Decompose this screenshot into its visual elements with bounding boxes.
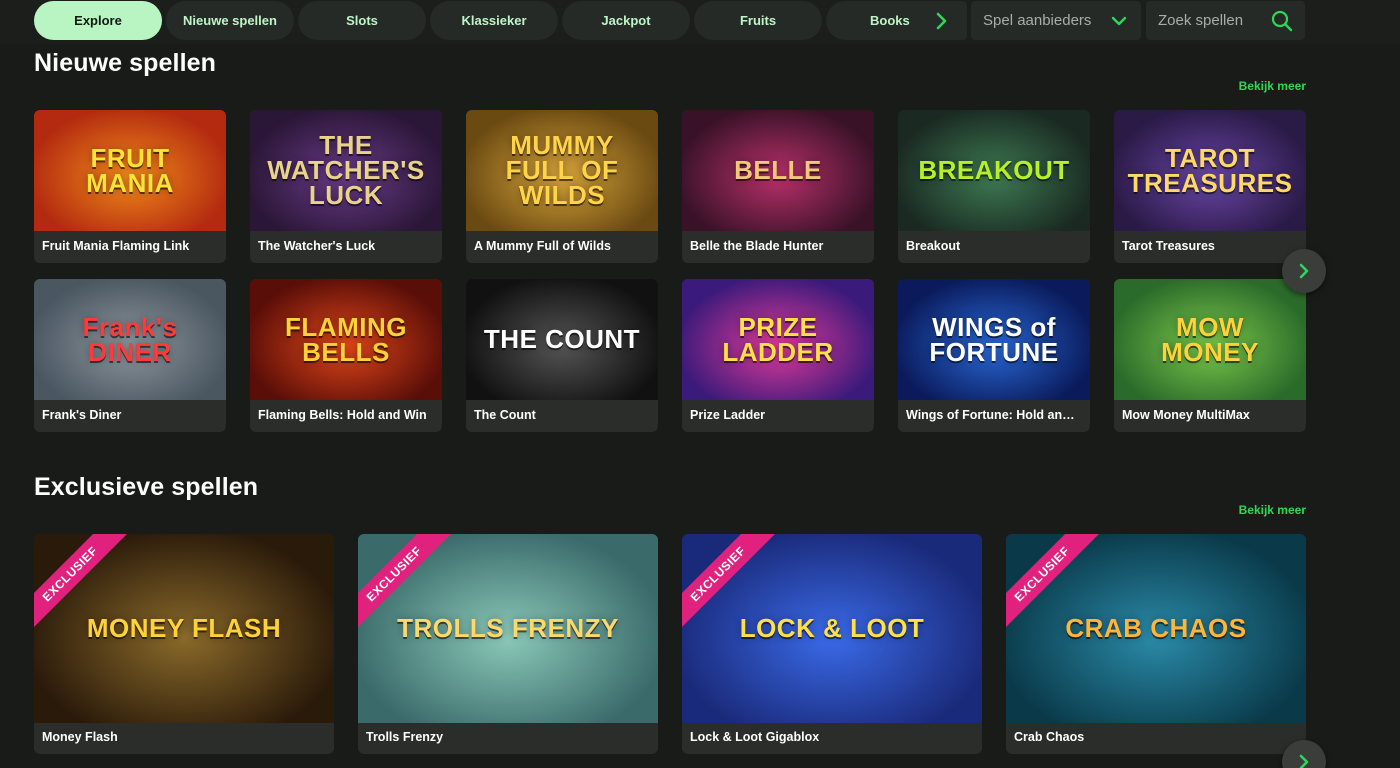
game-title: Fruit Mania Flaming Link: [42, 239, 190, 253]
game-thumbnail: Frank's DINER: [34, 279, 226, 400]
view-more-exclusive-games-link[interactable]: Bekijk meer: [1239, 503, 1306, 517]
game-thumbnail: WINGS of FORTUNE: [898, 279, 1090, 400]
category-scroll-right-button[interactable]: [915, 1, 967, 40]
category-tab-slots[interactable]: Slots: [298, 1, 426, 40]
category-tab-explore[interactable]: Explore: [34, 1, 162, 40]
chevron-down-icon: [1111, 16, 1127, 25]
game-title: Belle the Blade Hunter: [690, 239, 824, 253]
game-thumbnail: TAROT TREASURES: [1114, 110, 1306, 231]
search-input[interactable]: [1158, 12, 1268, 29]
game-thumbnail: THE COUNT: [466, 279, 658, 400]
category-tab-fruits[interactable]: Fruits: [694, 1, 822, 40]
game-card-prize-ladder[interactable]: PRIZE LADDER Prize Ladder: [682, 279, 874, 432]
game-thumbnail: PRIZE LADDER: [682, 279, 874, 400]
game-card-frank-s-diner[interactable]: Frank's DINER Frank's Diner: [34, 279, 226, 432]
game-card-the-watcher-s-luck[interactable]: THE WATCHER'S LUCK The Watcher's Luck: [250, 110, 442, 263]
game-thumbnail: CRAB CHAOS EXCLUSIEF: [1006, 534, 1306, 723]
provider-dropdown-label: Spel aanbieders: [983, 12, 1092, 29]
game-thumbnail: MUMMY FULL OF WILDS: [466, 110, 658, 231]
game-card-wings-of-fortune-hold-and-win[interactable]: WINGS of FORTUNE Wings of Fortune: Hold a…: [898, 279, 1090, 432]
new-games-next-button[interactable]: [1282, 249, 1326, 293]
category-tab-jackpot[interactable]: Jackpot: [562, 1, 690, 40]
game-card-a-mummy-full-of-wilds[interactable]: MUMMY FULL OF WILDS A Mummy Full of Wilds: [466, 110, 658, 263]
game-thumbnail: BREAKOUT: [898, 110, 1090, 231]
game-logo-art: CRAB CHAOS: [1065, 613, 1247, 644]
game-title: Tarot Treasures: [1122, 239, 1215, 253]
chevron-right-icon: [1299, 263, 1309, 279]
game-provider-dropdown[interactable]: Spel aanbieders: [971, 1, 1141, 40]
category-tab-new-games[interactable]: Nieuwe spellen: [166, 1, 294, 40]
game-card-money-flash[interactable]: MONEY FLASH EXCLUSIEF Money Flash: [34, 534, 334, 754]
game-logo-art: PRIZE LADDER: [722, 311, 834, 367]
search-box: [1146, 1, 1305, 40]
section-title-new-games: Nieuwe spellen: [34, 49, 217, 77]
view-more-new-games-link[interactable]: Bekijk meer: [1239, 79, 1306, 93]
game-logo-art: TROLLS FRENZY: [397, 613, 619, 644]
game-thumbnail: THE WATCHER'S LUCK: [250, 110, 442, 231]
game-title: Prize Ladder: [690, 408, 766, 422]
game-thumbnail: FRUIT MANIA: [34, 110, 226, 231]
category-tab-classics[interactable]: Klassieker: [430, 1, 558, 40]
game-thumbnail: TROLLS FRENZY EXCLUSIEF: [358, 534, 658, 723]
game-logo-art: THE WATCHER'S LUCK: [267, 130, 425, 210]
game-card-breakout[interactable]: BREAKOUT Breakout: [898, 110, 1090, 263]
game-logo-art: FLAMING BELLS: [285, 311, 407, 367]
game-card-lock-loot-gigablox[interactable]: LOCK & LOOT EXCLUSIEF Lock & Loot Gigablox: [682, 534, 982, 754]
game-logo-art: Frank's DINER: [82, 311, 178, 367]
game-title: The Watcher's Luck: [258, 239, 376, 253]
game-card-mow-money-multimax[interactable]: MOW MONEY Mow Money MultiMax: [1114, 279, 1306, 432]
chevron-right-icon: [936, 12, 947, 29]
game-title: A Mummy Full of Wilds: [474, 239, 611, 253]
game-card-tarot-treasures[interactable]: TAROT TREASURES Tarot Treasures: [1114, 110, 1306, 263]
game-card-flaming-bells-hold-and-win[interactable]: FLAMING BELLS Flaming Bells: Hold and Win: [250, 279, 442, 432]
game-logo-art: TAROT TREASURES: [1127, 142, 1293, 198]
game-logo-art: MUMMY FULL OF WILDS: [505, 130, 619, 210]
game-title: Lock & Loot Gigablox: [690, 730, 820, 744]
game-thumbnail: MOW MONEY: [1114, 279, 1306, 400]
game-title: Mow Money MultiMax: [1122, 408, 1250, 422]
section-title-exclusive-games: Exclusieve spellen: [34, 473, 259, 501]
game-thumbnail: LOCK & LOOT EXCLUSIEF: [682, 534, 982, 723]
game-title: Wings of Fortune: Hold and Win: [906, 408, 1082, 422]
top-navigation-bar: Explore Nieuwe spellen Slots Klassieker …: [0, 0, 1400, 44]
chevron-right-icon: [1299, 754, 1309, 768]
game-logo-art: MOW MONEY: [1161, 311, 1259, 367]
game-card-crab-chaos[interactable]: CRAB CHAOS EXCLUSIEF Crab Chaos: [1006, 534, 1306, 754]
game-logo-art: THE COUNT: [483, 324, 641, 355]
game-title: Money Flash: [42, 730, 118, 744]
game-logo-art: WINGS of FORTUNE: [929, 311, 1059, 367]
game-title: Trolls Frenzy: [366, 730, 444, 744]
search-icon[interactable]: [1271, 10, 1293, 32]
game-title: Crab Chaos: [1014, 730, 1085, 744]
game-card-trolls-frenzy[interactable]: TROLLS FRENZY EXCLUSIEF Trolls Frenzy: [358, 534, 658, 754]
game-thumbnail: MONEY FLASH EXCLUSIEF: [34, 534, 334, 723]
game-card-fruit-mania-flaming-link[interactable]: FRUIT MANIA Fruit Mania Flaming Link: [34, 110, 226, 263]
game-title: Flaming Bells: Hold and Win: [258, 408, 427, 422]
game-thumbnail: BELLE: [682, 110, 874, 231]
game-card-belle-the-blade-hunter[interactable]: BELLE Belle the Blade Hunter: [682, 110, 874, 263]
game-card-the-count[interactable]: THE COUNT The Count: [466, 279, 658, 432]
game-title: Breakout: [906, 239, 961, 253]
game-logo-art: BELLE: [734, 155, 822, 186]
game-title: The Count: [474, 408, 536, 422]
game-logo-art: BREAKOUT: [918, 155, 1070, 186]
game-title: Frank's Diner: [42, 408, 122, 422]
game-logo-art: LOCK & LOOT: [739, 613, 925, 644]
game-logo-art: MONEY FLASH: [86, 613, 282, 644]
game-thumbnail: FLAMING BELLS: [250, 279, 442, 400]
game-logo-art: FRUIT MANIA: [86, 142, 174, 198]
